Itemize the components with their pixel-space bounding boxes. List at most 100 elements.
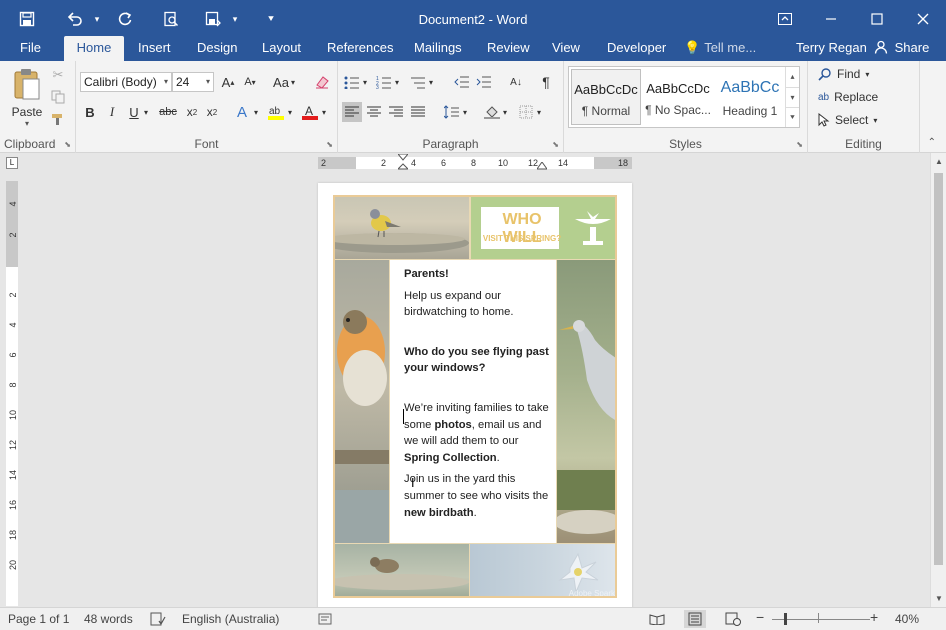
copy-icon[interactable]: [48, 87, 68, 107]
superscript-icon[interactable]: x2: [202, 102, 222, 122]
numbering-icon[interactable]: 123: [374, 72, 394, 92]
save-as-icon[interactable]: [198, 4, 228, 34]
shading-icon[interactable]: [482, 102, 502, 122]
cut-icon[interactable]: ✂: [48, 65, 68, 85]
read-mode-icon[interactable]: [646, 610, 668, 628]
paste-dropdown-icon[interactable]: ▾: [10, 119, 44, 128]
undo-icon[interactable]: [60, 4, 90, 34]
tab-mailings[interactable]: Mailings: [404, 36, 472, 61]
highlight-icon[interactable]: ab: [266, 102, 286, 122]
tab-home[interactable]: Home: [64, 36, 124, 61]
justify-icon[interactable]: [408, 102, 428, 122]
tab-selector-icon[interactable]: L: [6, 157, 18, 169]
bold-icon[interactable]: B: [80, 102, 100, 122]
styles-up-icon[interactable]: ▴: [786, 67, 799, 87]
zoom-out-icon[interactable]: −: [756, 609, 764, 625]
tab-insert[interactable]: Insert: [128, 36, 181, 61]
vertical-ruler[interactable]: 4 2 2 4 6 8 10 12 14 16 18 20: [6, 181, 18, 606]
styles-down-icon[interactable]: ▾: [786, 87, 799, 107]
italic-icon[interactable]: I: [102, 102, 122, 122]
show-formatting-icon[interactable]: ¶: [536, 72, 556, 92]
underline-dropdown-icon[interactable]: ▾: [140, 102, 152, 122]
zoom-in-icon[interactable]: +: [870, 609, 878, 625]
font-name-dropdown-icon[interactable]: ▾: [164, 73, 168, 91]
shrink-font-icon[interactable]: A ▾: [240, 72, 260, 92]
font-size-box[interactable]: 24 ▾: [172, 72, 214, 92]
line-spacing-icon[interactable]: [442, 102, 462, 122]
numbering-dropdown-icon[interactable]: ▾: [392, 72, 402, 92]
web-layout-icon[interactable]: [722, 610, 744, 628]
sort-icon[interactable]: A↓: [506, 72, 526, 92]
style-no-spacing[interactable]: AaBbCcDc ¶ No Spac...: [643, 69, 713, 125]
collapse-ribbon-icon[interactable]: ⌃: [928, 137, 936, 148]
text-effects-icon[interactable]: A: [232, 102, 252, 122]
ribbon-display-options-icon[interactable]: [762, 0, 808, 38]
close-icon[interactable]: [900, 0, 946, 38]
tab-file[interactable]: File: [10, 36, 51, 61]
paste-button[interactable]: Paste ▾: [10, 67, 44, 128]
font-color-icon[interactable]: A: [300, 102, 320, 122]
tab-developer[interactable]: Developer: [597, 36, 676, 61]
vertical-scrollbar[interactable]: ▲ ▼: [930, 153, 946, 607]
select-dropdown-icon[interactable]: ▾: [873, 116, 877, 125]
subscript-icon[interactable]: x2: [182, 102, 202, 122]
minimize-icon[interactable]: [808, 0, 854, 38]
strikethrough-icon[interactable]: abc: [158, 102, 178, 122]
find-button[interactable]: Find ▾: [818, 67, 869, 81]
save-icon[interactable]: [12, 4, 42, 34]
font-launcher-icon[interactable]: ⬊: [326, 140, 333, 149]
word-count[interactable]: 48 words: [84, 612, 133, 626]
format-painter-icon[interactable]: [48, 109, 68, 129]
customize-qat-icon[interactable]: ⯆: [256, 4, 286, 34]
styles-launcher-icon[interactable]: ⬊: [796, 140, 803, 149]
select-button[interactable]: Select ▾: [818, 113, 877, 127]
borders-icon[interactable]: [516, 102, 536, 122]
paragraph-launcher-icon[interactable]: ⬊: [552, 140, 559, 149]
tell-me-search[interactable]: 💡 Tell me...: [684, 36, 756, 61]
share-button[interactable]: Share: [874, 36, 929, 60]
clipboard-launcher-icon[interactable]: ⬊: [64, 140, 71, 149]
style-normal[interactable]: AaBbCcDc ¶ Normal: [571, 69, 641, 125]
text-effects-dropdown-icon[interactable]: ▾: [250, 102, 262, 122]
borders-dropdown-icon[interactable]: ▾: [534, 102, 544, 122]
align-right-icon[interactable]: [386, 102, 406, 122]
flyer-text-panel[interactable]: Parents! Help us expand our birdwatching…: [390, 260, 556, 543]
styles-more-icon[interactable]: ⯆: [786, 107, 799, 126]
grow-font-icon[interactable]: A ▴: [218, 72, 238, 92]
page-count[interactable]: Page 1 of 1: [8, 612, 69, 626]
bullets-icon[interactable]: [342, 72, 362, 92]
save-as-dropdown-icon[interactable]: ▾: [228, 4, 242, 34]
font-color-dropdown-icon[interactable]: ▾: [318, 102, 330, 122]
font-size-dropdown-icon[interactable]: ▾: [206, 73, 210, 91]
align-left-icon[interactable]: [342, 102, 362, 122]
user-name[interactable]: Terry Regan: [796, 36, 867, 60]
proofing-icon[interactable]: [150, 612, 166, 629]
tab-layout[interactable]: Layout: [252, 36, 311, 61]
scroll-up-icon[interactable]: ▲: [931, 157, 946, 166]
repeat-icon[interactable]: [110, 4, 140, 34]
tab-review[interactable]: Review: [477, 36, 540, 61]
shading-dropdown-icon[interactable]: ▾: [500, 102, 510, 122]
line-spacing-dropdown-icon[interactable]: ▾: [460, 102, 470, 122]
replace-button[interactable]: ab Replace: [818, 90, 878, 104]
document-page[interactable]: WHO WILL VISIT THIS SPRING? Parents! Hel…: [318, 183, 632, 607]
clear-formatting-icon[interactable]: [312, 72, 332, 92]
align-center-icon[interactable]: [364, 102, 384, 122]
style-heading-1[interactable]: AaBbCc Heading 1: [715, 69, 785, 125]
tab-design[interactable]: Design: [187, 36, 247, 61]
find-dropdown-icon[interactable]: ▾: [865, 70, 869, 79]
bullets-dropdown-icon[interactable]: ▾: [360, 72, 370, 92]
highlight-dropdown-icon[interactable]: ▾: [284, 102, 296, 122]
print-layout-icon[interactable]: [684, 610, 706, 628]
print-preview-icon[interactable]: [156, 4, 186, 34]
multilevel-list-dropdown-icon[interactable]: ▾: [426, 72, 436, 92]
zoom-level[interactable]: 40%: [895, 612, 919, 626]
font-name-box[interactable]: Calibri (Body) ▾: [80, 72, 172, 92]
decrease-indent-icon[interactable]: [452, 72, 472, 92]
increase-indent-icon[interactable]: [474, 72, 494, 92]
language-indicator[interactable]: English (Australia): [182, 612, 279, 626]
undo-dropdown-icon[interactable]: ▾: [90, 4, 104, 34]
change-case-icon[interactable]: Aa ▾: [270, 72, 298, 92]
indent-marker-icon[interactable]: [398, 154, 408, 172]
horizontal-ruler[interactable]: 2 2 4 6 8 10 12 14 18: [318, 154, 632, 172]
